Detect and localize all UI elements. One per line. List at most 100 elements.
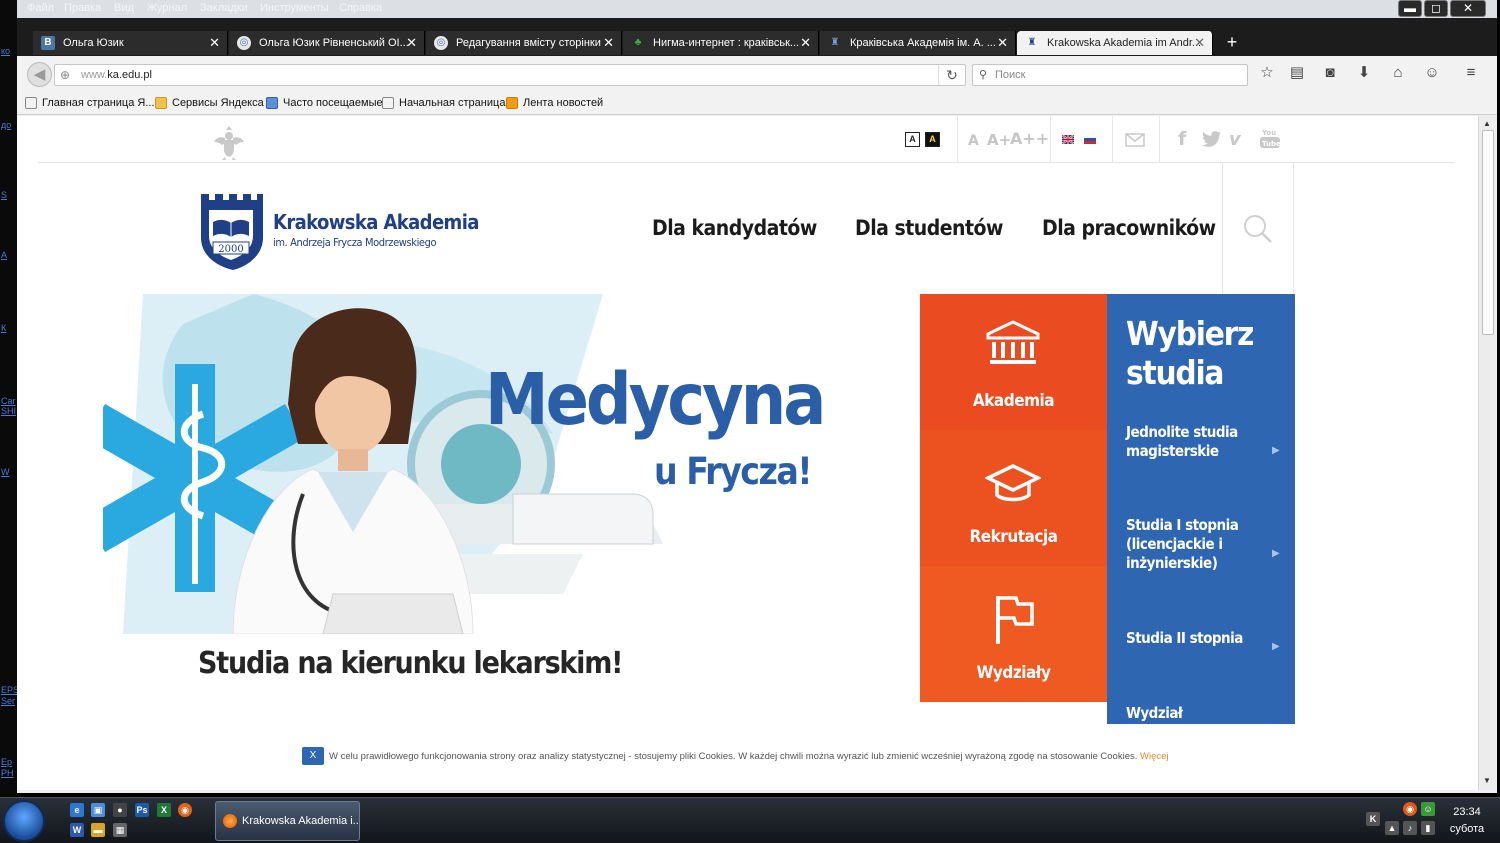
hamburger-menu-icon[interactable]: ≡: [1461, 63, 1481, 83]
tab-rivne[interactable]: ◎ Ольга Юзик Рівненський ОІ... ✕: [229, 31, 425, 55]
nav-for-students[interactable]: Dla studentów: [855, 216, 1003, 240]
bookmark-item[interactable]: Начальная страница: [382, 97, 505, 109]
photoshop-icon[interactable]: Ps: [135, 803, 149, 817]
tab-krakowska-akademia[interactable]: ♜ Krakowska Akademia im Andr... ✕: [1017, 31, 1213, 55]
facebook-icon[interactable]: f: [1178, 128, 1186, 150]
desktop-icon-label[interactable]: до: [1, 120, 17, 130]
close-tab-icon[interactable]: ✕: [1194, 31, 1205, 55]
desktop-icon-label[interactable]: EPS: [1, 685, 17, 695]
desktop-icon-label[interactable]: W: [1, 467, 17, 477]
bookmarks-library-icon[interactable]: ▤: [1287, 63, 1307, 83]
pocket-icon[interactable]: ◙: [1320, 63, 1340, 83]
tray-network-icon[interactable]: ▲: [1385, 821, 1399, 835]
desktop-icon-label[interactable]: Ep: [1, 757, 17, 767]
search-input[interactable]: ⚲ Поиск: [972, 64, 1248, 86]
search-icon[interactable]: [1243, 214, 1273, 244]
desktop-icon-label[interactable]: К: [1, 323, 17, 333]
menu-tools[interactable]: Инструменты: [260, 2, 329, 14]
reload-button[interactable]: ↻: [938, 65, 965, 85]
hero-caption[interactable]: Studia na kierunku lekarskim!: [198, 646, 623, 681]
menu-help[interactable]: Справка: [339, 2, 382, 14]
start-button[interactable]: [3, 800, 45, 842]
media-icon[interactable]: ●: [113, 803, 127, 817]
bookmark-item[interactable]: Часто посещаемые: [266, 97, 383, 109]
menu-file[interactable]: Файл: [27, 2, 54, 14]
word-icon[interactable]: W: [70, 823, 84, 837]
excel-icon[interactable]: X: [157, 803, 171, 817]
tray-keyboard-icon[interactable]: K: [1366, 812, 1380, 826]
tab-edit[interactable]: ◎ Редагування вмісту сторінки ✕: [426, 31, 622, 55]
flag-uk-icon[interactable]: [1062, 135, 1074, 144]
scroll-down-icon[interactable]: ▼: [1483, 776, 1491, 785]
font-size-xlarge-button[interactable]: A++: [1010, 129, 1049, 148]
home-icon[interactable]: ⌂: [1388, 63, 1408, 83]
site-logo[interactable]: 2000 Krakowska Akademia im. Andrzeja Fry…: [199, 192, 479, 272]
font-size-large-button[interactable]: A+: [987, 131, 1011, 149]
desktop-icon-label[interactable]: PH: [1, 768, 17, 778]
desktop-icon-label[interactable]: ко: [1, 46, 17, 56]
download-icon[interactable]: ⬇: [1354, 63, 1374, 83]
close-window-button[interactable]: ✕: [1450, 0, 1486, 17]
site-info-icon[interactable]: ⊕: [60, 65, 70, 85]
back-button[interactable]: ◀: [27, 62, 52, 87]
tools-icon[interactable]: ▦: [113, 823, 127, 837]
tray-app-icon[interactable]: ◉: [1403, 802, 1417, 816]
bookmark-item[interactable]: Главная страница Я...: [25, 97, 155, 109]
taskbar-firefox-window[interactable]: Krakowska Akademia i...: [215, 801, 360, 841]
bookmark-item[interactable]: Сервисы Яндекса: [155, 97, 264, 109]
desktop-icon-label[interactable]: S: [1, 190, 17, 200]
twitter-icon[interactable]: [1202, 131, 1222, 148]
tab-nigma[interactable]: ♣ Нигма-интернет : краківськ... ✕: [623, 31, 819, 55]
menu-history[interactable]: Журнал: [147, 2, 187, 14]
folder-icon[interactable]: ▬: [91, 823, 105, 837]
vimeo-icon[interactable]: v: [1229, 129, 1241, 150]
tile-akademia[interactable]: Akademia: [920, 294, 1107, 430]
close-tab-icon[interactable]: ✕: [603, 31, 614, 55]
studies-link-first-degree[interactable]: Studia I stopnia (licencjackie i inżynie…: [1126, 516, 1276, 573]
nav-for-employees[interactable]: Dla pracowników: [1042, 216, 1216, 240]
studies-link-faculty[interactable]: Wydział: [1126, 704, 1276, 723]
cookie-more-link[interactable]: Więcej: [1140, 751, 1169, 762]
tray-chat-icon[interactable]: ☺: [1421, 802, 1435, 816]
tray-power-icon[interactable]: ▮: [1421, 821, 1435, 835]
ie-icon[interactable]: e: [70, 803, 84, 817]
system-clock[interactable]: 23:34 субота: [1438, 804, 1496, 838]
minimize-button[interactable]: ▬: [1398, 0, 1422, 17]
tray-volume-icon[interactable]: ♪: [1403, 821, 1417, 835]
contrast-high-button[interactable]: A: [925, 132, 940, 147]
studies-link-uniform-master[interactable]: Jednolite studia magisterskie: [1126, 423, 1276, 461]
close-tab-icon[interactable]: ✕: [997, 31, 1008, 55]
mail-icon[interactable]: [1125, 133, 1145, 147]
tab-vk[interactable]: В Ольга Юзик ✕: [33, 31, 228, 55]
font-size-normal-button[interactable]: A: [968, 133, 979, 149]
desktop-icon-label[interactable]: SHI: [1, 406, 17, 416]
flag-ru-icon[interactable]: [1084, 135, 1096, 144]
tab-krakow-ua[interactable]: ♜ Краківська Академія ім. А. ... ✕: [820, 31, 1016, 55]
address-bar[interactable]: ⊕ www.ka.edu.pl ↻: [54, 64, 966, 86]
desktop-icon-label[interactable]: Ser: [1, 696, 17, 706]
desktop-icon-label[interactable]: Car: [1, 396, 17, 406]
scroll-up-icon[interactable]: ▲: [1483, 119, 1491, 128]
tile-rekrutacja[interactable]: Rekrutacja: [920, 430, 1107, 566]
bookmark-item[interactable]: Лента новостей: [506, 97, 603, 109]
menu-view[interactable]: Вид: [114, 2, 134, 14]
studies-link-second-degree[interactable]: Studia II stopnia: [1126, 629, 1276, 648]
explorer-icon[interactable]: ▣: [91, 803, 105, 817]
bookmark-star-icon[interactable]: ☆: [1257, 63, 1277, 83]
menu-bookmarks[interactable]: Закладки: [200, 2, 248, 14]
menu-edit[interactable]: Правка: [64, 2, 101, 14]
page-scrollbar[interactable]: ▲ ▼: [1478, 116, 1497, 790]
youtube-icon[interactable]: You Tube: [1259, 127, 1281, 149]
close-tab-icon[interactable]: ✕: [406, 31, 417, 55]
maximize-button[interactable]: ◻: [1424, 0, 1448, 17]
desktop-icon-label[interactable]: А: [1, 250, 17, 260]
close-tab-icon[interactable]: ✕: [209, 31, 220, 55]
close-tab-icon[interactable]: ✕: [800, 31, 811, 55]
cookie-close-button[interactable]: X: [302, 747, 324, 765]
contrast-normal-button[interactable]: A: [905, 132, 920, 147]
chat-icon[interactable]: ☺: [1422, 63, 1442, 83]
scrollbar-thumb[interactable]: [1482, 130, 1494, 335]
firefox-icon[interactable]: ◉: [178, 803, 192, 817]
tile-wydzialy[interactable]: Wydziały: [920, 566, 1107, 702]
new-tab-button[interactable]: +: [1220, 30, 1244, 56]
